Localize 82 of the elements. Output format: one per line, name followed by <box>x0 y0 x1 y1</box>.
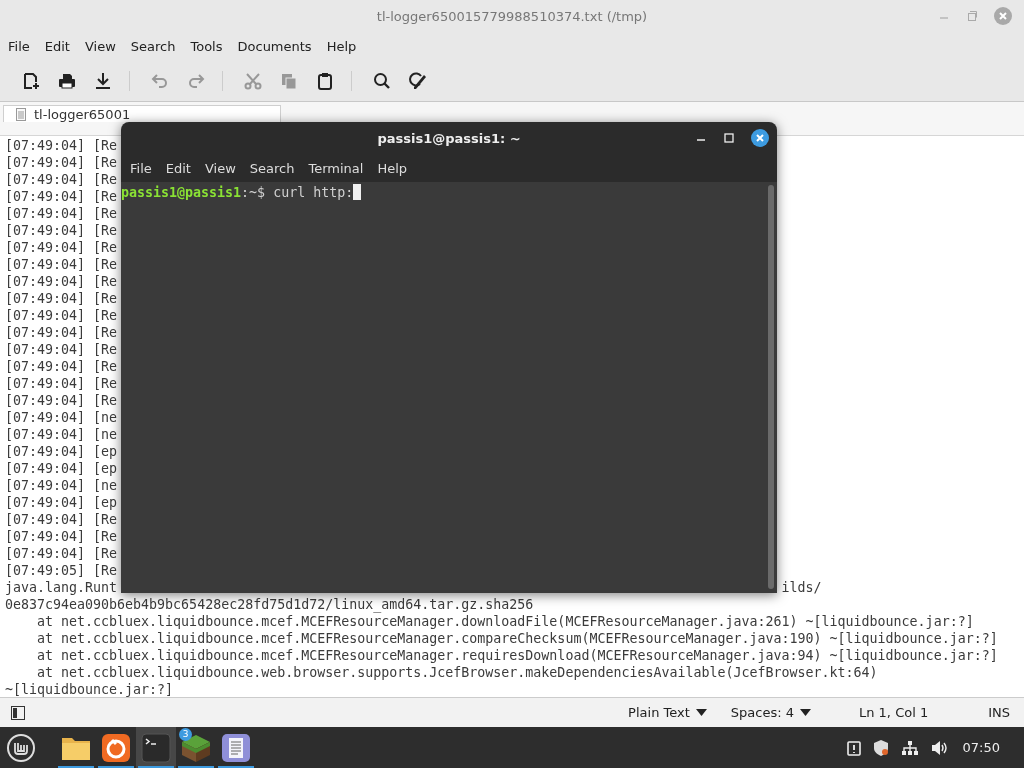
log-line: [07:49:04] [Re <box>5 545 118 562</box>
clipboard-icon[interactable] <box>317 71 333 90</box>
maximize-icon[interactable] <box>723 132 735 144</box>
menu-item[interactable]: Documents <box>237 36 319 56</box>
log-line: 0e837c94ea090b6eb4b9bc65428ec28fd75d1d72/linux_amd64.tar.gz.sha256 <box>5 596 534 613</box>
log-line: [07:49:04] [Re <box>5 290 118 307</box>
scrollbar[interactable] <box>768 185 774 589</box>
shield-icon[interactable] <box>872 739 889 756</box>
start-menu-icon[interactable] <box>6 732 36 763</box>
search-icon[interactable] <box>373 71 391 90</box>
sidebar-toggle-icon[interactable] <box>11 705 25 720</box>
log-line: [07:49:05] [Re <box>5 562 118 579</box>
close-icon[interactable] <box>751 129 769 147</box>
log-line: at net.ccbluex.liquidbounce.mcef.MCEFResourceManager.downloadFile(MCEFResourceManager.java:261) ~[liquidbounce.jar:?] <box>36 613 974 630</box>
language-dropdown[interactable]: Plain Text <box>628 705 707 720</box>
log-line: [07:49:04] [ep <box>5 443 118 460</box>
log-line: [07:49:04] [ne <box>5 477 118 494</box>
log-line: [07:49:04] [ep <box>5 460 118 477</box>
menu-item[interactable]: File <box>130 161 152 176</box>
text-cursor <box>353 184 362 200</box>
prompt-path: :~$ <box>241 184 266 201</box>
log-line: [07:49:04] [Re <box>5 256 118 273</box>
log-line: [07:49:04] [Re <box>5 511 118 528</box>
volume-icon[interactable] <box>930 739 949 756</box>
log-line: at net.ccbluex.liquidbounce.web.browser.supports.JcefBrowser.makeDependenciesAvailable(JcefBrowser.kt:64) <box>36 664 878 681</box>
cursor-position: Ln 1, Col 1 <box>859 705 929 720</box>
grass-block-icon[interactable] <box>180 732 212 763</box>
log-line: [07:49:04] [Re <box>5 307 118 324</box>
log-line: ~[liquidbounce.jar:?] <box>5 681 174 697</box>
log-line: [07:49:04] [Re <box>5 171 118 188</box>
log-line: [07:49:04] [Re <box>5 239 118 256</box>
menu-item[interactable]: Edit <box>165 161 191 176</box>
clock[interactable]: 07:50 <box>962 740 1000 755</box>
log-line: [07:49:04] [ep <box>5 494 118 511</box>
menu-item[interactable]: Search <box>249 161 295 176</box>
network-icon[interactable] <box>900 739 919 756</box>
menu-item[interactable]: File <box>8 36 37 56</box>
clipboard-icon[interactable] <box>846 739 861 756</box>
indent-dropdown[interactable]: Spaces: 4 <box>730 705 811 720</box>
menu-item[interactable]: Help <box>326 36 364 56</box>
log-line: [07:49:04] [Re <box>5 188 118 205</box>
log-line: [07:49:04] [Re <box>5 222 118 239</box>
menu-item[interactable]: Help <box>377 161 408 176</box>
menu-item[interactable]: Terminal <box>308 161 364 176</box>
search-pencil-icon[interactable] <box>409 71 427 90</box>
terminal-icon[interactable] <box>141 732 171 763</box>
log-line: [07:49:04] [ne <box>5 409 118 426</box>
caret-icon <box>695 709 707 716</box>
download-icon[interactable] <box>95 71 111 90</box>
log-line: [07:49:04] [Re <box>5 341 118 358</box>
window-title: tl-logger650015779988510374.txt (/tmp) <box>376 8 648 24</box>
log-line: java.lang.Runt <box>5 579 118 596</box>
new-document-icon[interactable] <box>22 71 40 90</box>
log-line: [07:49:04] [Re <box>5 324 118 341</box>
terminal-title: passis1@passis1: ~ <box>377 131 521 146</box>
log-line: ilds/ <box>781 579 822 596</box>
prompt-user: passis1@passis1 <box>121 184 242 201</box>
log-line: [07:49:04] [Re <box>5 375 118 392</box>
printer-icon[interactable] <box>58 71 76 90</box>
menu-item[interactable]: View <box>84 36 123 56</box>
log-line: at net.ccbluex.liquidbounce.mcef.MCEFResourceManager.compareChecksum(MCEFResourceManager.java:190) ~[liquidbounce.jar:?] <box>36 630 998 647</box>
log-line: [07:49:04] [Re <box>5 358 118 375</box>
menu-item[interactable]: Tools <box>190 36 230 56</box>
log-line: at net.ccbluex.liquidbounce.mcef.MCEFResourceManager.requiresDownload(MCEFResourceManager.java:94) ~[liquidbounce.jar:?] <box>36 647 998 664</box>
log-line: [07:49:04] [Re <box>5 137 118 154</box>
browser-icon[interactable] <box>102 733 130 762</box>
notification-badge: 3 <box>179 728 192 741</box>
menu-item[interactable]: Search <box>130 36 183 56</box>
insert-mode: INS <box>988 705 1010 720</box>
log-line: [07:49:04] [Re <box>5 528 118 545</box>
document-tab[interactable]: tl-logger65001 <box>3 105 281 122</box>
log-line: [07:49:04] [Re <box>5 273 118 290</box>
log-line: [07:49:04] [Re <box>5 205 118 222</box>
text-editor-icon[interactable] <box>222 733 250 762</box>
menu-item[interactable]: Edit <box>44 36 77 56</box>
document-icon <box>16 108 26 121</box>
log-line: [07:49:04] [Re <box>5 154 118 171</box>
menu-item[interactable]: View <box>204 161 236 176</box>
log-line: [07:49:04] [ne <box>5 426 118 443</box>
log-line: [07:49:04] [Re <box>5 392 118 409</box>
caret-icon <box>800 709 811 716</box>
command-text: curl http: <box>273 184 354 201</box>
